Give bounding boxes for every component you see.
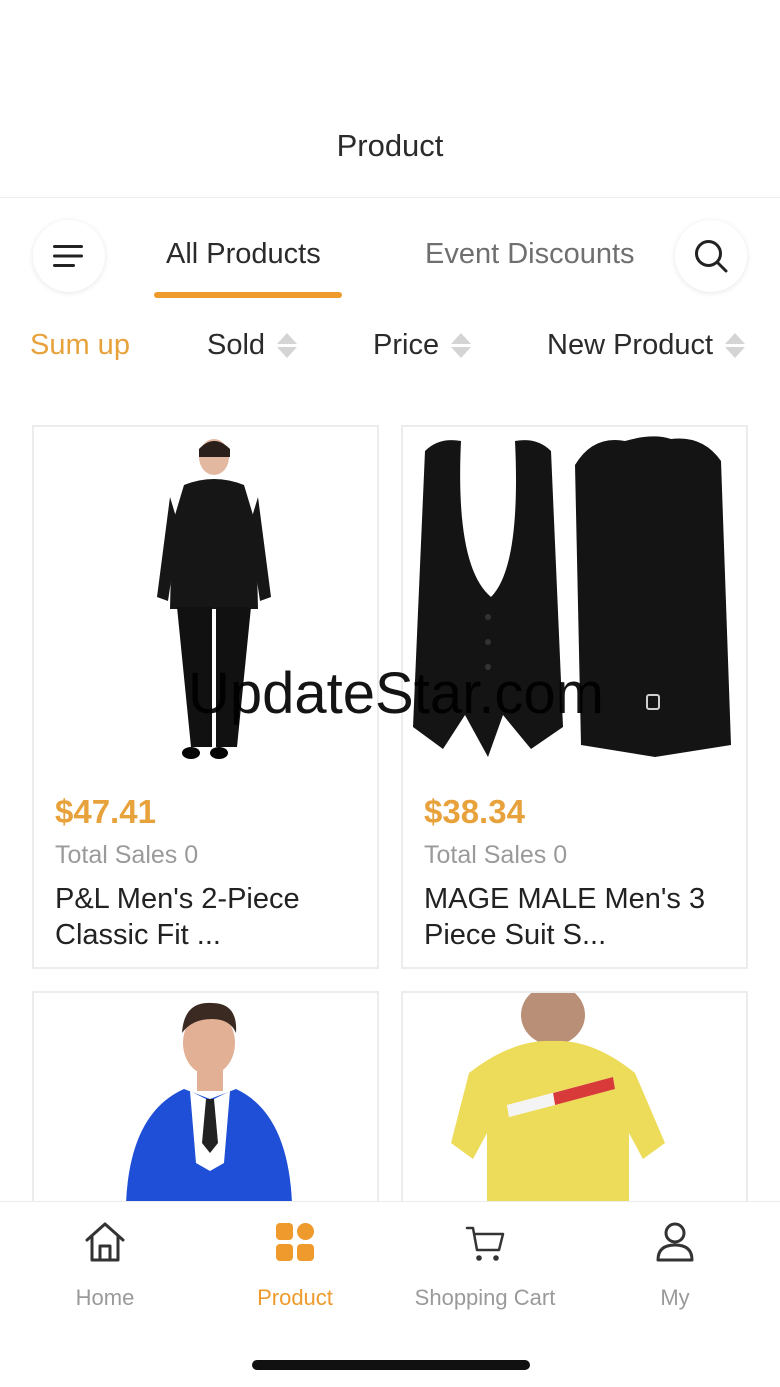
tab-event-discounts[interactable]: Event Discounts <box>425 238 635 271</box>
nav-home[interactable]: Home <box>10 1218 200 1311</box>
sort-label: Sum up <box>30 329 130 361</box>
search-button[interactable] <box>675 220 747 292</box>
sort-arrows-icon <box>725 333 746 358</box>
sort-price[interactable]: Price <box>373 329 472 362</box>
tab-all-products[interactable]: All Products <box>166 238 321 271</box>
sort-label: Price <box>373 329 440 361</box>
product-image-black-suit <box>34 427 377 777</box>
nav-label: My <box>660 1285 690 1310</box>
product-card[interactable] <box>32 991 379 1211</box>
product-card[interactable]: $38.34 Total Sales 0 MAGE MALE Men's 3 P… <box>401 425 748 969</box>
product-price: $38.34 <box>424 793 525 830</box>
product-name: MAGE MALE Men's 3 Piece Suit S... <box>424 883 706 951</box>
sort-label: New Product <box>547 329 714 361</box>
nav-label: Home <box>75 1285 135 1310</box>
nav-label: Product <box>257 1285 333 1310</box>
user-icon <box>656 1222 694 1262</box>
product-name: P&L Men's 2-Piece Classic Fit ... <box>55 883 300 951</box>
sort-sum-up[interactable]: Sum up <box>30 329 130 362</box>
search-icon <box>695 240 728 273</box>
tab-bar <box>0 199 780 309</box>
product-sales: Total Sales 0 <box>424 841 568 869</box>
product-card[interactable]: $47.41 Total Sales 0 P&L Men's 2-Piece C… <box>32 425 379 969</box>
product-image-yellow-tshirt <box>403 993 746 1209</box>
page-title: Product <box>336 128 444 163</box>
nav-product[interactable]: Product <box>200 1218 390 1311</box>
nav-label: Shopping Cart <box>414 1285 556 1310</box>
active-tab-indicator <box>154 292 342 298</box>
product-sales: Total Sales 0 <box>55 841 199 869</box>
top-header: Product <box>0 0 780 198</box>
nav-my[interactable]: My <box>580 1218 770 1311</box>
home-indicator <box>252 1360 530 1370</box>
product-image-blue-suit <box>34 993 377 1209</box>
product-card[interactable] <box>401 991 748 1211</box>
home-icon <box>85 1222 125 1262</box>
menu-button[interactable] <box>33 220 105 292</box>
sort-new-product[interactable]: New Product <box>547 329 746 362</box>
sort-arrows-icon <box>277 333 298 358</box>
product-image-black-vest <box>403 427 746 777</box>
sort-label: Sold <box>207 329 266 361</box>
sort-arrows-icon <box>451 333 472 358</box>
product-price: $47.41 <box>55 793 156 830</box>
sort-sold[interactable]: Sold <box>207 329 298 362</box>
menu-lines-icon <box>53 245 83 267</box>
grid-icon <box>276 1223 314 1261</box>
cart-icon <box>465 1226 505 1261</box>
nav-shopping-cart[interactable]: Shopping Cart <box>390 1218 580 1311</box>
